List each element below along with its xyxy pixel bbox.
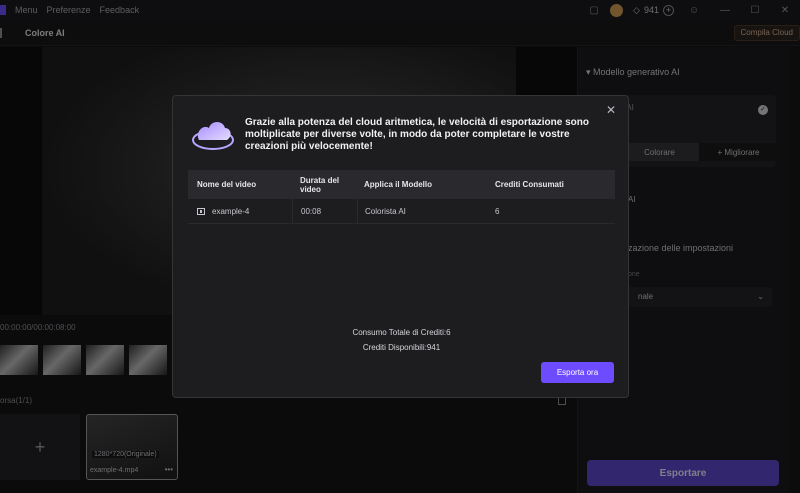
header-duration: Durata del video: [300, 175, 340, 194]
cell-video-name: example-4: [188, 207, 292, 216]
header-model: Applica il Modello: [364, 180, 433, 189]
cloud-icon: [192, 122, 234, 150]
dialog-message: Grazie alla potenza del cloud aritmetica…: [245, 117, 589, 152]
export-now-button[interactable]: Esporta ora: [541, 362, 614, 383]
credits-table: Nome del video Durata del video Applica …: [188, 170, 615, 224]
cell-duration: 00:08: [292, 198, 357, 224]
app-window: Menu Preferenze Feedback ▢ ◇ 941 + ☺ — ☐…: [0, 0, 800, 493]
cloud-export-dialog: ✕ Grazie alla potenza del cloud aritmeti…: [172, 95, 629, 398]
video-file-icon: [197, 207, 205, 215]
table-header: Nome del video Durata del video Applica …: [188, 170, 615, 199]
header-video-name: Nome del video: [197, 180, 257, 189]
table-row: example-4 00:08 Colorista AI 6: [188, 198, 615, 224]
total-credits: Consumo Totale di Crediti:6: [352, 328, 451, 337]
available-credits: Crediti Disponibili:941: [362, 343, 441, 352]
close-icon[interactable]: ✕: [606, 103, 616, 117]
cell-model: Colorista AI: [357, 198, 489, 224]
cell-credits: 6: [495, 206, 500, 216]
header-credits: Crediti Consumati: [495, 180, 564, 189]
credits-summary: Consumo Totale di Crediti:6 Crediti Disp…: [173, 325, 630, 355]
